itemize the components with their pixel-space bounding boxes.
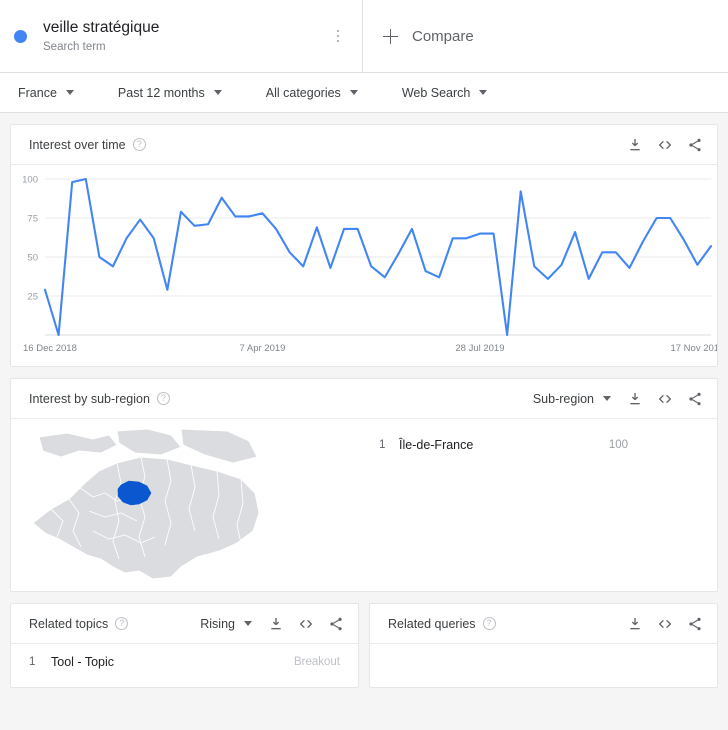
related-queries-title: Related queries (388, 616, 476, 631)
download-icon[interactable] (627, 137, 643, 153)
filter-bar: France Past 12 months All categories Web… (0, 73, 728, 113)
europe-map-icon (32, 428, 260, 580)
filter-search-type-label: Web Search (401, 85, 471, 100)
svg-text:28 Jul 2019: 28 Jul 2019 (455, 343, 504, 354)
svg-text:17 Nov 2019: 17 Nov 2019 (670, 343, 717, 354)
interest-over-time-actions (627, 137, 703, 153)
related-queries-card: Related queries ? (369, 603, 718, 688)
search-term-bar: veille stratégique Search term Compare (0, 0, 728, 73)
svg-text:7 Apr 2019: 7 Apr 2019 (239, 343, 285, 354)
download-icon[interactable] (627, 616, 643, 632)
interest-over-time-card: Interest over time ? 25 50 75 100 16 Dec 201… (10, 124, 718, 367)
region-value: 100 (608, 439, 628, 451)
interest-over-time-header: Interest over time ? (11, 125, 717, 165)
topic-name: Tool - Topic (51, 655, 114, 669)
related-queries-actions (627, 616, 703, 632)
filter-category[interactable]: All categories (266, 86, 358, 100)
svg-text:50: 50 (27, 253, 38, 264)
chevron-down-icon (349, 90, 358, 95)
embed-icon[interactable] (657, 137, 673, 153)
add-comparison-button[interactable]: Compare (363, 0, 728, 72)
related-topics-sort-select[interactable]: Rising (200, 617, 252, 631)
region-bar (638, 440, 703, 451)
filter-location-label: France (18, 85, 57, 100)
plus-icon (383, 28, 398, 44)
interest-by-subregion-card: Interest by sub-region ? Sub-region 1 Îl… (10, 378, 718, 592)
svg-text:25: 25 (27, 292, 38, 303)
help-icon[interactable]: ? (132, 138, 146, 151)
share-icon[interactable] (687, 137, 703, 153)
chevron-down-icon (65, 90, 74, 95)
region-rank: 1 (379, 439, 386, 451)
search-term-card[interactable]: veille stratégique Search term (0, 0, 363, 72)
filter-location[interactable]: France (18, 86, 74, 100)
filter-time-range-label: Past 12 months (117, 85, 205, 100)
topic-rank: 1 (29, 656, 36, 668)
related-queries-header: Related queries ? (370, 604, 717, 644)
subregion-body: 1 Île-de-France 100 (11, 419, 717, 592)
related-topics-sort-label: Rising (200, 616, 235, 631)
search-term-label: veille stratégique (43, 18, 160, 36)
svg-text:100: 100 (22, 175, 38, 186)
embed-icon[interactable] (657, 391, 673, 407)
list-item[interactable]: 1 Tool - Topic Breakout (11, 644, 358, 680)
subregion-scope-select[interactable]: Sub-region (533, 392, 611, 406)
embed-icon[interactable] (298, 616, 314, 632)
subregion-header: Interest by sub-region ? Sub-region (11, 379, 717, 419)
series-color-dot (14, 29, 27, 43)
bottom-panels: Related topics ? Rising 1 Tool - Topic B… (10, 603, 718, 688)
subregion-map[interactable] (11, 419, 369, 592)
help-icon[interactable]: ? (156, 392, 170, 405)
subregion-scope-label: Sub-region (532, 391, 594, 406)
related-topics-title: Related topics (29, 616, 109, 631)
interest-over-time-title: Interest over time (29, 137, 126, 152)
download-icon[interactable] (627, 391, 643, 407)
embed-icon[interactable] (657, 616, 673, 632)
svg-text:16 Dec 2018: 16 Dec 2018 (23, 343, 77, 354)
subregion-title: Interest by sub-region (29, 391, 150, 406)
list-item[interactable]: 1 Île-de-France 100 (379, 431, 703, 459)
filter-search-type[interactable]: Web Search (402, 86, 488, 100)
related-topics-header: Related topics ? Rising (11, 604, 358, 644)
topic-metric: Breakout (293, 656, 340, 668)
related-topics-actions (268, 616, 344, 632)
share-icon[interactable] (687, 391, 703, 407)
chevron-down-icon (479, 90, 488, 95)
region-name: Île-de-France (399, 438, 474, 452)
download-icon[interactable] (268, 616, 284, 632)
compare-label: Compare (412, 27, 474, 45)
search-term-texts: veille stratégique Search term (43, 18, 328, 55)
chevron-down-icon (213, 90, 222, 95)
filter-category-label: All categories (265, 85, 341, 100)
svg-text:75: 75 (27, 214, 38, 225)
interest-over-time-plot[interactable]: 25 50 75 100 16 Dec 2018 7 Apr 2019 28 Jul 201… (11, 165, 717, 367)
filter-time-range[interactable]: Past 12 months (118, 86, 222, 100)
share-icon[interactable] (687, 616, 703, 632)
subregion-actions (627, 391, 703, 407)
help-icon[interactable]: ? (482, 617, 496, 630)
help-icon[interactable]: ? (115, 617, 129, 630)
related-topics-card: Related topics ? Rising 1 Tool - Topic B… (10, 603, 359, 688)
chevron-down-icon (603, 396, 611, 401)
share-icon[interactable] (328, 616, 344, 632)
chevron-down-icon (244, 621, 252, 626)
kebab-menu-icon[interactable] (328, 24, 348, 48)
search-term-type: Search term (43, 40, 106, 53)
interest-over-time-svg: 25 50 75 100 16 Dec 2018 7 Apr 2019 28 Jul 201… (22, 175, 717, 355)
subregion-ranking-list: 1 Île-de-France 100 (369, 419, 717, 592)
